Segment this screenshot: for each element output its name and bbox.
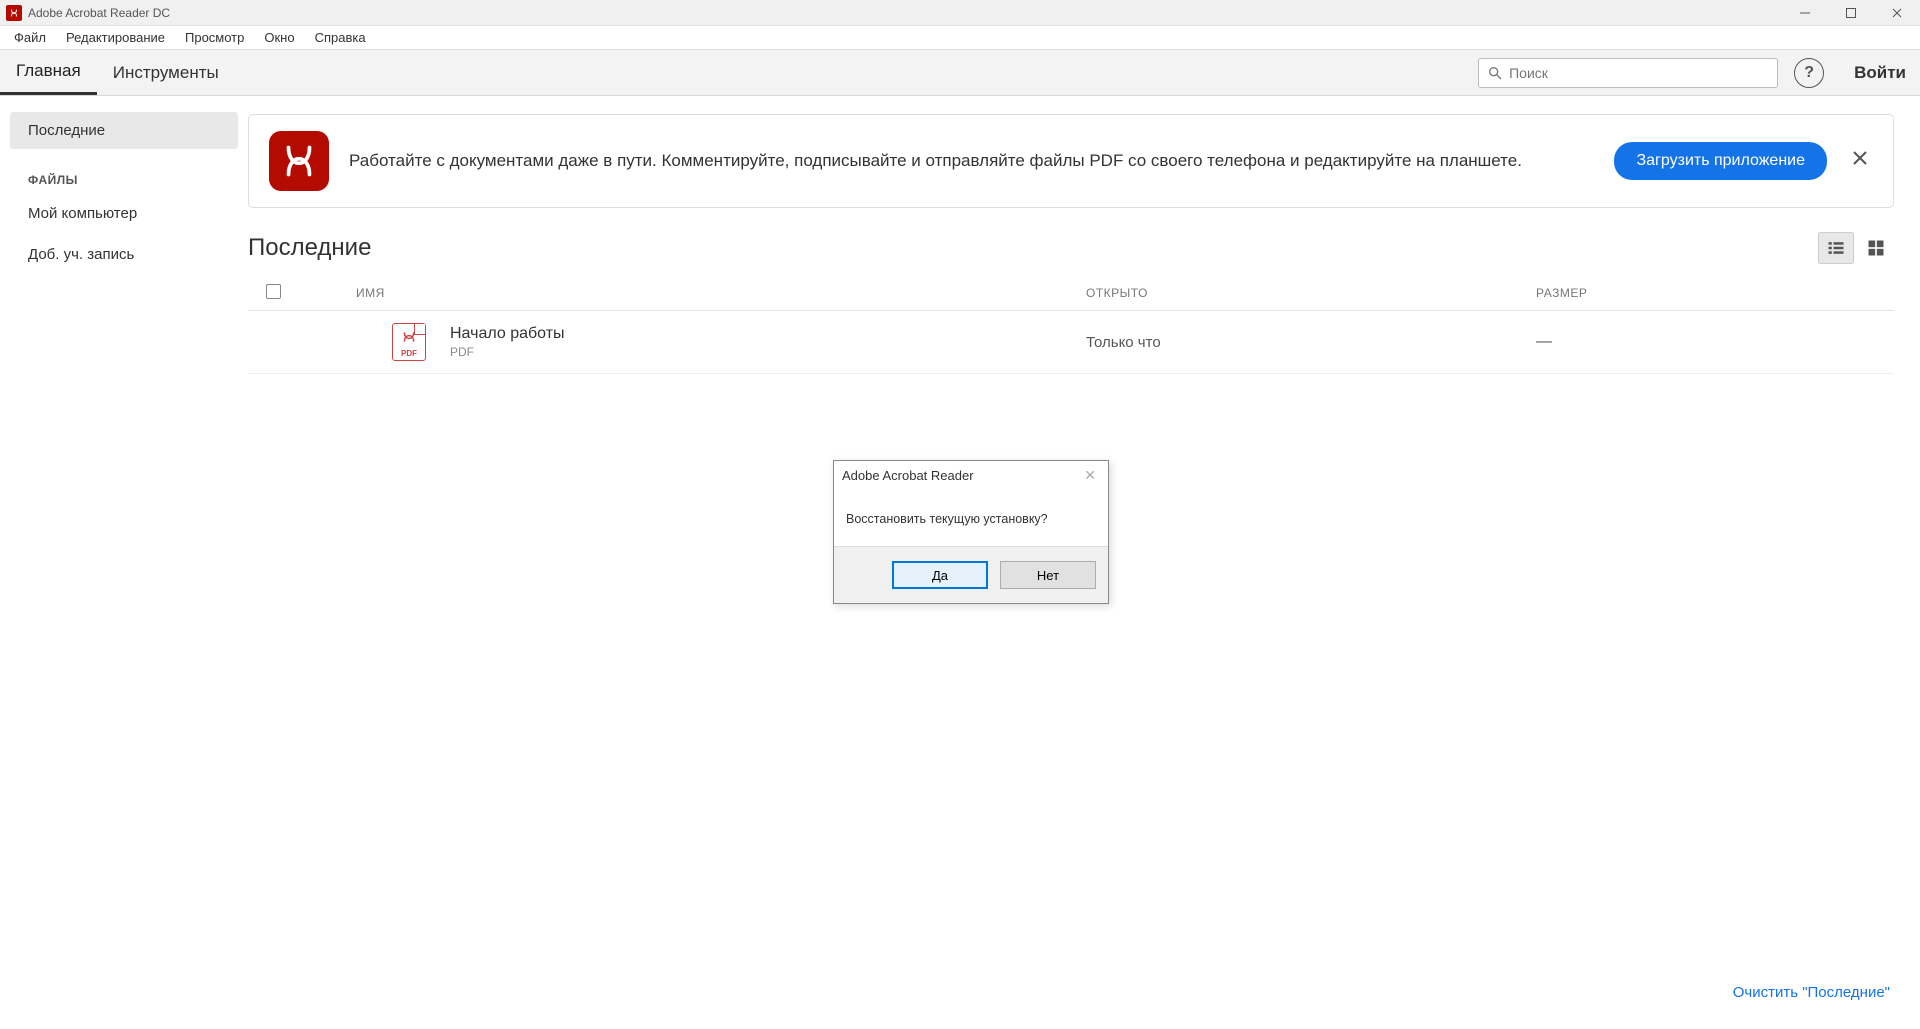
window-title: Adobe Acrobat Reader DC	[28, 6, 170, 20]
menu-window[interactable]: Окно	[254, 28, 304, 47]
select-all-checkbox[interactable]	[266, 284, 281, 299]
restore-install-dialog: Adobe Acrobat Reader ✕ Восстановить теку…	[833, 460, 1109, 604]
top-bar: Главная Инструменты ? Войти	[0, 50, 1920, 96]
acrobat-banner-icon	[269, 131, 329, 191]
search-box[interactable]	[1478, 58, 1778, 88]
table-row[interactable]: PDF Начало работы PDF Только что —	[248, 311, 1894, 374]
file-ext-label: PDF	[401, 349, 417, 358]
sidebar: Последние ФАЙЛЫ Мой компьютер Доб. уч. з…	[0, 96, 248, 1029]
menu-file[interactable]: Файл	[4, 28, 56, 47]
dialog-titlebar: Adobe Acrobat Reader ✕	[834, 461, 1108, 490]
help-button[interactable]: ?	[1794, 58, 1824, 88]
pdf-file-icon: PDF	[392, 323, 426, 361]
section-title: Последние	[248, 234, 1818, 262]
dialog-close-icon[interactable]: ✕	[1080, 467, 1100, 484]
sidebar-heading-files: ФАЙЛЫ	[0, 153, 248, 195]
col-size[interactable]: РАЗМЕР	[1536, 286, 1716, 300]
sidebar-item-my-computer[interactable]: Мой компьютер	[10, 195, 238, 232]
dialog-no-button[interactable]: Нет	[1000, 561, 1096, 589]
tab-home[interactable]: Главная	[0, 50, 97, 95]
file-type: PDF	[450, 345, 565, 359]
dialog-title: Adobe Acrobat Reader	[842, 468, 974, 483]
list-view-button[interactable]	[1818, 232, 1854, 264]
file-opened: Только что	[1086, 334, 1536, 351]
search-icon	[1487, 65, 1503, 81]
menu-help[interactable]: Справка	[305, 28, 376, 47]
tab-tools[interactable]: Инструменты	[97, 50, 235, 95]
recent-files-table: ИМЯ ОТКРЫТО РАЗМЕР PDF Начало работы PDF	[248, 276, 1894, 374]
file-size: —	[1536, 333, 1716, 351]
menu-edit[interactable]: Редактирование	[56, 28, 175, 47]
banner-download-button[interactable]: Загрузить приложение	[1614, 142, 1827, 180]
sidebar-item-recent[interactable]: Последние	[10, 112, 238, 149]
promo-banner: Работайте с документами даже в пути. Ком…	[248, 114, 1894, 208]
clear-recent-link[interactable]: Очистить "Последние"	[1733, 984, 1890, 1001]
col-opened[interactable]: ОТКРЫТО	[1086, 286, 1536, 300]
acrobat-app-icon	[6, 5, 22, 21]
search-input[interactable]	[1509, 65, 1769, 81]
dialog-message: Восстановить текущую установку?	[834, 490, 1108, 546]
dialog-yes-button[interactable]: Да	[892, 561, 988, 589]
view-toggle	[1818, 232, 1894, 264]
banner-text: Работайте с документами даже в пути. Ком…	[349, 148, 1594, 174]
grid-view-button[interactable]	[1858, 232, 1894, 264]
window-titlebar: Adobe Acrobat Reader DC	[0, 0, 1920, 26]
sidebar-item-add-account[interactable]: Доб. уч. запись	[10, 236, 238, 273]
maximize-button[interactable]	[1828, 0, 1874, 26]
menu-view[interactable]: Просмотр	[175, 28, 254, 47]
minimize-button[interactable]	[1782, 0, 1828, 26]
banner-close-icon[interactable]	[1847, 145, 1873, 177]
table-header: ИМЯ ОТКРЫТО РАЗМЕР	[248, 276, 1894, 311]
col-name[interactable]: ИМЯ	[356, 286, 1086, 300]
close-button[interactable]	[1874, 0, 1920, 26]
menu-bar: Файл Редактирование Просмотр Окно Справк…	[0, 26, 1920, 50]
signin-link[interactable]: Войти	[1854, 63, 1906, 83]
file-name: Начало работы	[450, 325, 565, 343]
